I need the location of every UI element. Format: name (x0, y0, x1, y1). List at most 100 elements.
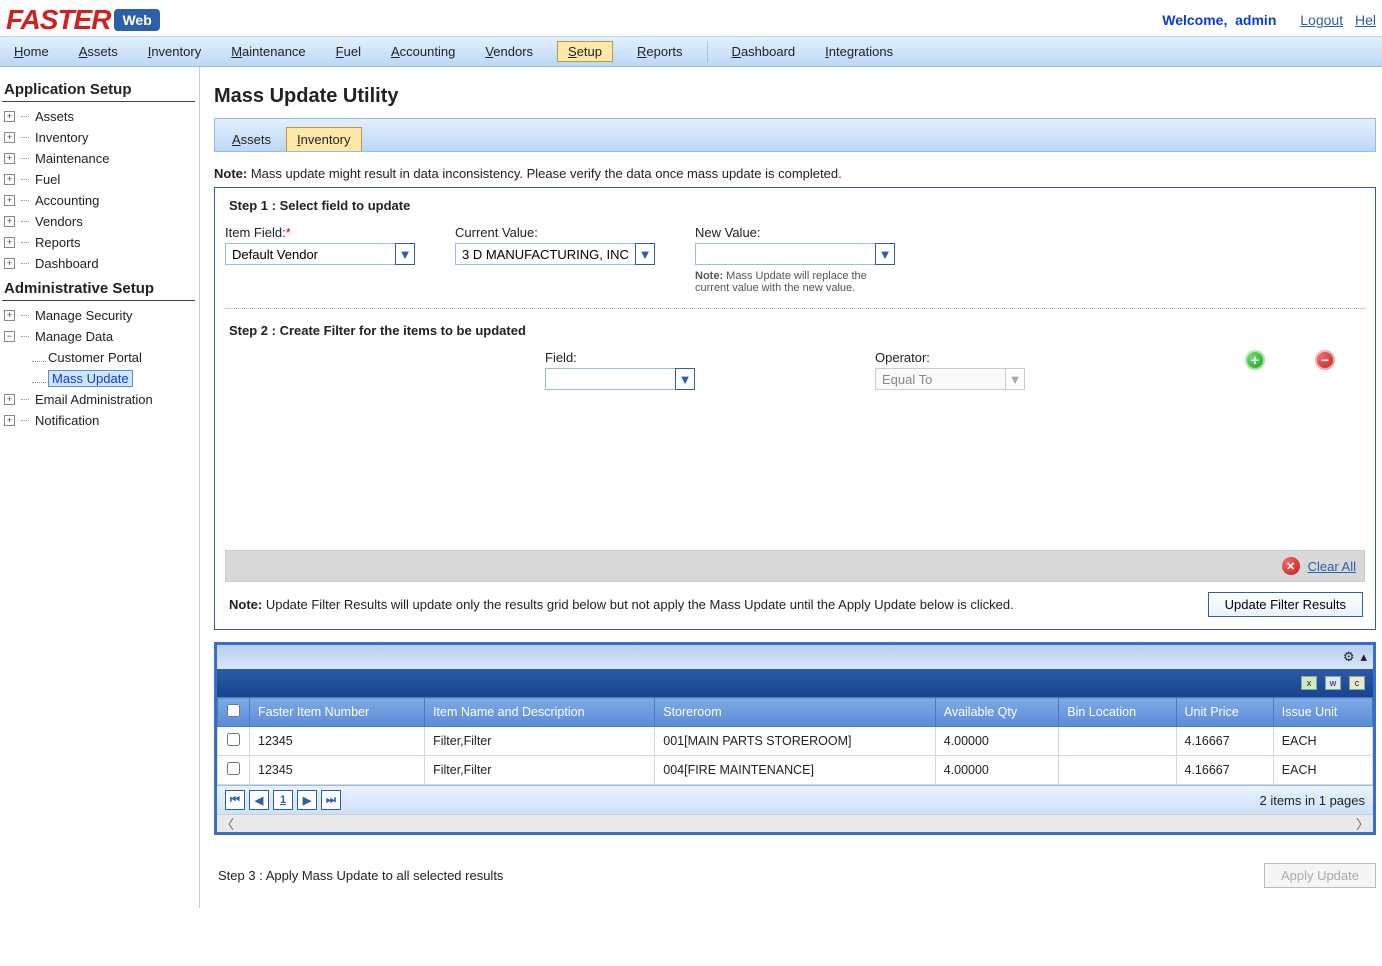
menu-integrations[interactable]: Integrations (819, 41, 899, 62)
chevron-down-icon[interactable]: ▼ (875, 243, 895, 265)
expand-icon[interactable]: + (4, 195, 15, 206)
export-word-icon[interactable]: w (1325, 676, 1341, 690)
clear-bar: ✕ Clear All (225, 550, 1365, 582)
col-available-qty[interactable]: Available Qty (935, 698, 1059, 727)
app-logo: FASTER Web (6, 4, 160, 36)
filter-field-combo[interactable]: ▼ (545, 368, 695, 390)
menu-vendors[interactable]: Vendors (479, 41, 539, 62)
sidebar-item-notification[interactable]: Notification (35, 413, 99, 428)
sidebar-item-reports[interactable]: Reports (35, 235, 81, 250)
add-filter-icon[interactable]: + (1245, 350, 1265, 370)
menu-fuel[interactable]: Fuel (330, 41, 367, 62)
welcome-label: Welcome, admin (1162, 12, 1280, 28)
current-value-field: Current Value: ▼ (455, 225, 655, 294)
current-value-combo[interactable]: ▼ (455, 243, 655, 265)
col-item-name-and-description[interactable]: Item Name and Description (425, 698, 655, 727)
sidebar-item-assets[interactable]: Assets (35, 109, 74, 124)
expand-icon[interactable]: + (4, 310, 15, 321)
content: Mass Update Utility AssetsInventory Note… (200, 67, 1382, 908)
help-link[interactable]: Hel (1355, 12, 1376, 28)
table-row[interactable]: 12345Filter,Filter004[FIRE MAINTENANCE]4… (218, 756, 1373, 785)
chevron-down-icon[interactable]: ▼ (635, 243, 655, 265)
expand-icon[interactable]: − (4, 331, 15, 342)
table-row[interactable]: 12345Filter,Filter001[MAIN PARTS STORERO… (218, 727, 1373, 756)
menu-home[interactable]: Home (8, 41, 55, 62)
clear-all-link[interactable]: Clear All (1308, 559, 1356, 574)
sidebar-item-mass-update[interactable]: Mass Update (48, 370, 133, 387)
tab-inventory[interactable]: Inventory (286, 127, 362, 151)
expand-icon[interactable]: + (4, 174, 15, 185)
new-value-input[interactable] (695, 243, 875, 265)
logout-link[interactable]: Logout (1300, 12, 1343, 28)
col-faster-item-number[interactable]: Faster Item Number (250, 698, 425, 727)
col-bin-location[interactable]: Bin Location (1059, 698, 1176, 727)
menu-assets[interactable]: Assets (73, 41, 124, 62)
page-title: Mass Update Utility (214, 85, 1376, 108)
menu-maintenance[interactable]: Maintenance (225, 41, 311, 62)
export-excel-icon[interactable]: x (1301, 676, 1317, 690)
sidebar-item-fuel[interactable]: Fuel (35, 172, 60, 187)
remove-filter-icon[interactable]: − (1315, 350, 1335, 370)
row-checkbox[interactable] (227, 762, 240, 775)
expand-icon[interactable]: + (4, 394, 15, 405)
horizontal-scrollbar[interactable]: 〈〉 (217, 814, 1373, 832)
pager-prev-button[interactable]: ◀ (249, 790, 269, 810)
export-csv-icon[interactable]: c (1349, 676, 1365, 690)
select-all-checkbox[interactable] (227, 704, 240, 717)
new-value-field: New Value: ▼ Note: Mass Update will repl… (695, 225, 895, 294)
sidebar-item-customer-portal[interactable]: Customer Portal (48, 350, 142, 365)
col-issue-unit[interactable]: Issue Unit (1273, 698, 1372, 727)
apply-update-button[interactable]: Apply Update (1264, 863, 1376, 888)
logo-text: FASTER (6, 4, 110, 36)
row-checkbox[interactable] (227, 733, 240, 746)
menu-inventory[interactable]: Inventory (142, 41, 208, 62)
current-value-input[interactable] (455, 243, 635, 265)
sidebar-item-maintenance[interactable]: Maintenance (35, 151, 109, 166)
expand-icon[interactable]: + (4, 258, 15, 269)
step3-title: Step 3 : Apply Mass Update to all select… (218, 868, 503, 883)
item-field: Item Field:* ▼ (225, 225, 415, 294)
menu-accounting[interactable]: Accounting (385, 41, 461, 62)
sidebar-item-dashboard[interactable]: Dashboard (35, 256, 99, 271)
tab-assets[interactable]: Assets (221, 127, 282, 151)
expand-icon[interactable]: + (4, 132, 15, 143)
sidebar-section-app: Application Setup (2, 75, 195, 102)
pager-last-button[interactable]: ⏭ (321, 790, 341, 810)
item-field-combo[interactable]: ▼ (225, 243, 415, 265)
collapse-icon[interactable]: ▴ (1360, 649, 1367, 665)
close-icon[interactable]: ✕ (1282, 557, 1300, 575)
expand-icon[interactable]: + (4, 216, 15, 227)
sidebar-item-manage-security[interactable]: Manage Security (35, 308, 133, 323)
col-unit-price[interactable]: Unit Price (1176, 698, 1273, 727)
expand-icon[interactable]: + (4, 237, 15, 248)
sidebar-item-inventory[interactable]: Inventory (35, 130, 88, 145)
menu-reports[interactable]: Reports (631, 41, 689, 62)
menu-dashboard[interactable]: Dashboard (726, 41, 802, 62)
update-filter-results-button[interactable]: Update Filter Results (1208, 592, 1363, 617)
pager-status: 2 items in 1 pages (1259, 793, 1365, 808)
pager-first-button[interactable]: ⏮ (225, 790, 245, 810)
filter-field-input[interactable] (545, 368, 675, 390)
sidebar-item-manage-data[interactable]: Manage Data (35, 329, 113, 344)
chevron-down-icon[interactable]: ▼ (675, 368, 695, 390)
filter-operator: Operator: ▼ (875, 350, 1025, 390)
pager-next-button[interactable]: ▶ (297, 790, 317, 810)
note-mass-update: Note: Mass update might result in data i… (214, 166, 1376, 181)
gear-icon[interactable]: ⚙ (1343, 649, 1355, 665)
menu-setup[interactable]: Setup (557, 41, 613, 62)
steps-panel: Step 1 : Select field to update Item Fie… (214, 187, 1376, 630)
results-grid: ⚙ ▴ x w c Faster Item NumberItem Name an… (214, 642, 1376, 835)
filter-operator-combo: ▼ (875, 368, 1025, 390)
sidebar-item-email-administration[interactable]: Email Administration (35, 392, 153, 407)
expand-icon[interactable]: + (4, 153, 15, 164)
sidebar-item-accounting[interactable]: Accounting (35, 193, 99, 208)
col-storeroom[interactable]: Storeroom (655, 698, 935, 727)
expand-icon[interactable]: + (4, 415, 15, 426)
item-field-input[interactable] (225, 243, 395, 265)
filter-field: Field: ▼ (545, 350, 695, 390)
sidebar-item-vendors[interactable]: Vendors (35, 214, 83, 229)
expand-icon[interactable]: + (4, 111, 15, 122)
pager-page-1-button[interactable]: 1 (273, 790, 293, 810)
new-value-combo[interactable]: ▼ (695, 243, 895, 265)
chevron-down-icon[interactable]: ▼ (395, 243, 415, 265)
